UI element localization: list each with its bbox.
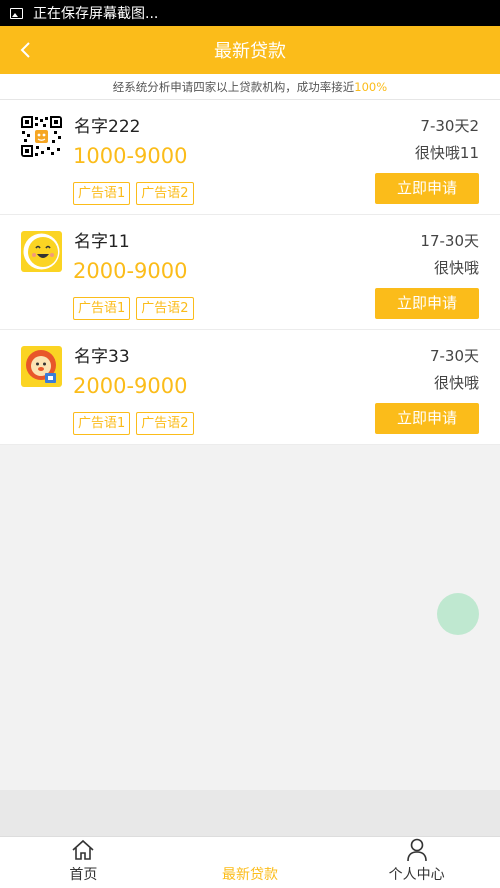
tab-latest-loans[interactable]: 最新贷款 <box>167 837 334 888</box>
tag-group: 广告语1 广告语2 <box>73 182 194 205</box>
smiley-icon <box>21 231 62 272</box>
loan-speed: 很快哦11 <box>414 144 479 162</box>
tab-profile[interactable]: 个人中心 <box>333 837 500 888</box>
apply-button[interactable]: 立即申请 <box>375 288 479 319</box>
home-icon <box>70 837 96 862</box>
bottom-spacer <box>0 790 500 836</box>
status-text: 正在保存屏幕截图... <box>33 6 159 22</box>
loan-amount: 2000-9000 <box>73 259 188 283</box>
tab-home[interactable]: 首页 <box>0 837 167 888</box>
list-item[interactable]: 名字33 2000-9000 广告语1 广告语2 7-30天 很快哦 立即申请 <box>0 330 500 445</box>
floating-action-button[interactable] <box>437 593 479 635</box>
lion-icon <box>21 346 62 387</box>
ad-tag: 广告语2 <box>136 412 194 435</box>
tag-group: 广告语1 广告语2 <box>73 297 194 320</box>
loan-term: 7-30天2 <box>420 117 479 135</box>
apply-button[interactable]: 立即申请 <box>375 173 479 204</box>
notice-text: 经系统分析申请四家以上贷款机构，成功率接近 <box>112 80 355 94</box>
status-bar: 正在保存屏幕截图... <box>0 0 500 26</box>
list-item[interactable]: 名字222 1000-9000 广告语1 广告语2 7-30天2 很快哦11 立… <box>0 100 500 215</box>
nav-bar: 最新贷款 <box>0 26 500 74</box>
loan-list: 名字222 1000-9000 广告语1 广告语2 7-30天2 很快哦11 立… <box>0 100 500 445</box>
ad-tag: 广告语1 <box>73 182 131 205</box>
page-title: 最新贷款 <box>214 41 286 62</box>
loan-term: 7-30天 <box>429 347 479 365</box>
chevron-left-icon <box>20 42 30 58</box>
ad-tag: 广告语2 <box>136 182 194 205</box>
loan-amount: 1000-9000 <box>73 144 188 168</box>
loan-icon <box>237 837 263 862</box>
person-icon <box>404 837 430 862</box>
list-item[interactable]: 名字11 2000-9000 广告语1 广告语2 17-30天 很快哦 立即申请 <box>0 215 500 330</box>
screenshot-icon <box>10 7 23 19</box>
ad-tag: 广告语2 <box>136 297 194 320</box>
loan-speed: 很快哦 <box>433 374 479 392</box>
tab-label: 最新贷款 <box>222 867 278 883</box>
loan-name: 名字33 <box>74 347 130 367</box>
notice-percent: 100% <box>354 80 388 94</box>
ad-tag: 广告语1 <box>73 297 131 320</box>
loan-speed: 很快哦 <box>433 259 479 277</box>
tab-label: 个人中心 <box>388 867 445 883</box>
loan-name: 名字11 <box>74 232 130 252</box>
back-button[interactable] <box>14 38 38 62</box>
loan-amount: 2000-9000 <box>73 374 188 398</box>
apply-button[interactable]: 立即申请 <box>375 403 479 434</box>
loan-term: 17-30天 <box>420 232 479 250</box>
loan-name: 名字222 <box>74 117 141 137</box>
tab-bar: 首页 最新贷款 个人中心 <box>0 836 500 888</box>
notice-bar: 经系统分析申请四家以上贷款机构，成功率接近100% <box>0 74 500 100</box>
tag-group: 广告语1 广告语2 <box>73 412 194 435</box>
ad-tag: 广告语1 <box>73 412 131 435</box>
qr-code-icon <box>21 116 62 157</box>
tab-label: 首页 <box>69 867 98 883</box>
